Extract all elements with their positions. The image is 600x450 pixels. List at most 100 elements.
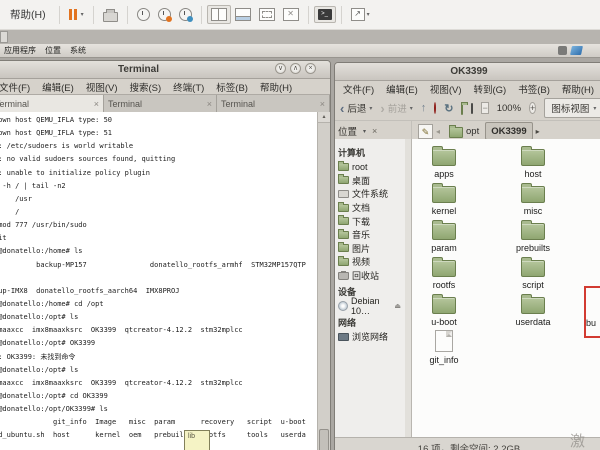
sidebar-item[interactable]: 下载 ⏏ bbox=[335, 214, 405, 228]
send-ctrl-alt-del-button[interactable] bbox=[99, 5, 122, 25]
file-icon bbox=[521, 186, 545, 203]
minimize-button[interactable]: ∨ bbox=[275, 63, 286, 74]
close-button[interactable]: × bbox=[305, 63, 316, 74]
file-item[interactable]: rootfs bbox=[412, 256, 484, 290]
back-button[interactable]: ‹ 后退 ▾ bbox=[340, 101, 372, 116]
terminal-menu-item[interactable]: 编辑(E) bbox=[36, 80, 80, 94]
sidebar-item[interactable]: 文件系统 ⏏ bbox=[335, 187, 405, 201]
terminal-tab[interactable]: Terminal × bbox=[104, 95, 217, 112]
sidebar-item[interactable]: 网络 ⏏ bbox=[335, 315, 405, 330]
terminal-tab[interactable]: Terminal × bbox=[0, 95, 104, 112]
sidebar-item[interactable]: 视频 ⏏ bbox=[335, 255, 405, 269]
tab-close-icon[interactable]: × bbox=[94, 99, 99, 109]
file-manager-menu-item[interactable]: 转到(G) bbox=[467, 82, 512, 96]
breadcrumb-current[interactable]: OK3399 bbox=[485, 122, 532, 140]
forward-button[interactable]: › 前进 ▾ bbox=[380, 101, 412, 116]
tab-close-icon[interactable]: × bbox=[320, 99, 325, 109]
scrollbar-thumb[interactable] bbox=[319, 429, 329, 450]
zoom-in-button[interactable]: + bbox=[529, 102, 536, 114]
edit-location-button[interactable]: ✎ bbox=[418, 124, 433, 139]
file-manager-menu-item[interactable]: 书签(B) bbox=[512, 82, 556, 96]
eject-icon[interactable]: ⏏ bbox=[394, 302, 405, 310]
help-menu[interactable]: 帮助(H) bbox=[10, 7, 46, 22]
terminal-menu-item[interactable]: 标签(B) bbox=[210, 80, 254, 94]
home-folder-button[interactable] bbox=[461, 104, 463, 115]
desktop-menu[interactable]: 应用程序 bbox=[4, 45, 36, 56]
scroll-up-icon[interactable]: ▴ bbox=[318, 112, 330, 123]
file-item[interactable]: apps bbox=[412, 145, 484, 179]
terminal-line: M /usr bbox=[0, 193, 317, 206]
file-item[interactable]: host bbox=[493, 145, 573, 179]
console-view-button[interactable]: >_ bbox=[314, 6, 336, 23]
sidebar-close-icon[interactable]: × bbox=[372, 126, 377, 136]
zoom-out-button[interactable]: − bbox=[481, 102, 488, 114]
file-item[interactable]: misc bbox=[493, 182, 573, 216]
up-button[interactable]: ↑ bbox=[421, 102, 427, 114]
terminal-menu-item[interactable]: 帮助(H) bbox=[254, 80, 298, 94]
terminal-line: hmod 777 /usr/bin/sudo bbox=[0, 219, 317, 232]
sidebar-mode-combo[interactable]: 位置 ▾ × bbox=[335, 121, 412, 141]
breadcrumb-left-icon[interactable]: ◂ bbox=[436, 127, 440, 136]
file-manager-menu-item[interactable]: 帮助(H) bbox=[556, 82, 600, 96]
desktop-menu[interactable]: 位置 bbox=[45, 45, 61, 56]
sidebar-item[interactable]: 文档 ⏏ bbox=[335, 201, 405, 215]
chevron-down-icon[interactable]: ▾ bbox=[410, 105, 413, 112]
computer-button[interactable] bbox=[471, 103, 473, 114]
unity-mode-button[interactable] bbox=[279, 5, 303, 24]
file-name: kernel bbox=[432, 206, 457, 216]
sidebar-scrollbar[interactable] bbox=[405, 139, 412, 437]
file-grid[interactable]: apps host kernel misc param prebuilts bbox=[412, 139, 600, 437]
take-snapshot-button[interactable] bbox=[133, 5, 154, 24]
file-manager-menu-item[interactable]: 编辑(E) bbox=[380, 82, 424, 96]
terminal-line: 8maaxcc imx8maaxksrc OK3399 qtcreator-4.… bbox=[0, 324, 317, 337]
stretch-guest-button[interactable]: ↗ ▾ bbox=[347, 5, 374, 24]
tab-label: Terminal bbox=[108, 99, 207, 109]
vm-tab[interactable] bbox=[0, 31, 8, 43]
file-item[interactable]: kernel bbox=[412, 182, 484, 216]
file-icon bbox=[521, 260, 545, 277]
suspend-vm-button[interactable]: ▾ bbox=[65, 3, 88, 27]
sidebar-item[interactable]: 计算机 ⏏ bbox=[335, 145, 405, 160]
show-thumbnail-bar-button[interactable] bbox=[231, 5, 255, 24]
tray-audio-icon[interactable] bbox=[558, 46, 567, 55]
breadcrumb-parent[interactable]: opt bbox=[443, 122, 485, 140]
tray-input-method-icon[interactable] bbox=[570, 46, 583, 55]
sidebar-item[interactable]: 浏览网络 ⏏ bbox=[335, 330, 405, 344]
file-item[interactable]: userdata bbox=[493, 293, 573, 327]
terminal-menu-item[interactable]: 搜索(S) bbox=[123, 80, 167, 94]
refresh-button[interactable]: ↻ bbox=[444, 102, 453, 115]
file-item[interactable]: script bbox=[493, 256, 573, 290]
file-manager-titlebar[interactable]: OK3399 bbox=[335, 63, 600, 81]
terminal-output-area[interactable]: nown host QEMU_IFLA type: 50nown host QE… bbox=[0, 112, 330, 450]
view-mode-button[interactable]: 图标视图 ▾ bbox=[544, 98, 600, 118]
file-item[interactable]: param bbox=[412, 219, 484, 253]
file-manager-menu-item[interactable]: 文件(F) bbox=[337, 82, 380, 96]
file-item[interactable]: git_info bbox=[412, 330, 484, 365]
desktop-menu[interactable]: 系统 bbox=[70, 45, 86, 56]
terminal-tab[interactable]: Terminal × bbox=[217, 95, 330, 112]
sidebar-item[interactable]: 音乐 ⏏ bbox=[335, 228, 405, 242]
terminal-scrollbar[interactable]: ▴ bbox=[317, 112, 330, 450]
show-library-button[interactable] bbox=[207, 5, 231, 24]
file-item[interactable]: prebuilts bbox=[493, 219, 573, 253]
terminal-menu-item[interactable]: 终端(T) bbox=[167, 80, 210, 94]
terminal-menu-item[interactable]: 视图(V) bbox=[80, 80, 124, 94]
sidebar-item[interactable]: 图片 ⏏ bbox=[335, 242, 405, 256]
tab-close-icon[interactable]: × bbox=[207, 99, 212, 109]
sidebar-item[interactable]: root ⏏ bbox=[335, 160, 405, 174]
sidebar-item[interactable]: 桌面 ⏏ bbox=[335, 174, 405, 188]
breadcrumb-right-icon[interactable]: ▸ bbox=[536, 127, 540, 136]
sidebar-item[interactable]: Debian 10… ⏏ bbox=[335, 299, 405, 313]
revert-snapshot-button[interactable] bbox=[154, 5, 175, 24]
file-manager-menu-item[interactable]: 视图(V) bbox=[424, 82, 468, 96]
sidebar-item[interactable]: 回收站 ⏏ bbox=[335, 269, 405, 283]
chevron-down-icon[interactable]: ▾ bbox=[369, 105, 372, 112]
file-item[interactable]: u-boot bbox=[412, 293, 484, 327]
manage-snapshots-button[interactable] bbox=[175, 5, 196, 24]
terminal-menu-item[interactable]: 文件(F) bbox=[0, 80, 36, 94]
stop-button[interactable] bbox=[434, 102, 436, 114]
terminal-titlebar[interactable]: Terminal ∨ ∧ × bbox=[0, 61, 330, 79]
fullscreen-button[interactable] bbox=[255, 5, 279, 24]
sidebar-item-icon bbox=[338, 217, 349, 225]
maximize-button[interactable]: ∧ bbox=[290, 63, 301, 74]
